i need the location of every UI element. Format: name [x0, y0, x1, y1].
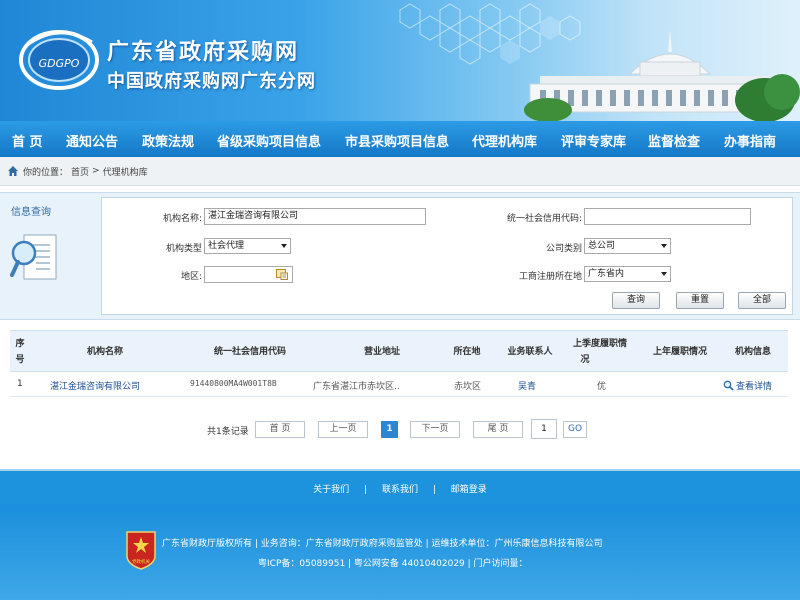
footer-links: 关于我们 | 联系我们 | 邮箱登录	[0, 482, 800, 495]
footer-separator: |	[432, 485, 436, 495]
query-button[interactable]: 查询	[612, 292, 660, 309]
org-type-label: 机构类型	[165, 244, 202, 254]
party-government-emblem-icon[interactable]: 党政机关	[125, 530, 157, 570]
gdgpo-logo: GDGPO	[19, 30, 99, 90]
query-form: 机构名称: 湛江金瑞咨询有限公司 统一社会信用代码: 机构类型 社会代理 公司类…	[101, 197, 793, 315]
reg-place-label: 工商注册所在地	[518, 272, 582, 282]
header-last-year: 上年履职情况	[652, 347, 707, 357]
region-label: 地区:	[180, 272, 202, 282]
nav-item-policies[interactable]: 政策法规	[142, 131, 194, 150]
reg-place-value: 广东省内	[588, 269, 625, 279]
org-name-input[interactable]: 湛江金瑞咨询有限公司	[204, 208, 426, 225]
footer-link-about[interactable]: 关于我们	[313, 485, 349, 495]
footer-link-contact[interactable]: 联系我们	[382, 485, 418, 495]
pagination: 共1条记录 首 页 上一页 1 下一页 尾 页 1 GO	[0, 419, 800, 441]
pager-jump-input[interactable]: 1	[531, 419, 557, 439]
nav-item-city-projects[interactable]: 市县采购项目信息	[345, 131, 449, 150]
header-last-quarter-2: 况	[580, 355, 590, 365]
reg-place-select[interactable]: 广东省内	[584, 266, 671, 282]
site-title: 广东省政府采购网	[107, 40, 300, 65]
reset-button[interactable]: 重置	[676, 292, 724, 309]
pager-last-button[interactable]: 尾 页	[473, 421, 523, 438]
government-building-image	[524, 30, 800, 121]
row-org-name-link[interactable]: 湛江金瑞咨询有限公司	[50, 379, 140, 392]
credit-code-input[interactable]	[584, 208, 751, 225]
header-credit-code: 统一社会信用代码	[213, 347, 286, 357]
breadcrumb-home-link[interactable]: 首页	[71, 165, 89, 178]
org-type-select[interactable]: 社会代理	[204, 238, 291, 254]
pager-total: 共1条记录	[207, 427, 249, 437]
emblem-label: 党政机关	[132, 558, 150, 565]
breadcrumb: 你的位置： 首页 > 代理机构库	[0, 157, 800, 186]
chevron-down-icon	[281, 244, 287, 248]
logo-text: GDGPO	[39, 57, 80, 70]
row-address: 广东省湛江市赤坎区..	[313, 382, 400, 392]
company-type-value: 总公司	[588, 241, 616, 251]
query-panel-title: 信息查询	[11, 207, 51, 218]
header-org-info: 机构信息	[734, 347, 771, 357]
site-banner: GDGPO 广东省政府采购网 中国政府采购网广东分网	[0, 0, 800, 121]
nav-item-agency-library[interactable]: 代理机构库	[472, 131, 537, 150]
nav-item-expert-library[interactable]: 评审专家库	[561, 131, 626, 150]
document-search-icon	[10, 234, 57, 280]
table-row: 1 湛江金瑞咨询有限公司 91440800MA4W001T8B 广东省湛江市赤坎…	[10, 373, 788, 397]
row-credit-code: 91440800MA4W001T8B	[190, 379, 277, 388]
main-nav: 首 页 通知公告 政策法规 省级采购项目信息 市县采购项目信息 代理机构库 评审…	[0, 121, 800, 157]
org-type-value: 社会代理	[208, 241, 245, 251]
header-last-quarter-1: 上季度履职情	[572, 339, 627, 349]
home-icon	[8, 166, 18, 176]
footer-link-mail[interactable]: 邮箱登录	[451, 485, 487, 495]
credit-code-label: 统一社会信用代码:	[506, 214, 582, 224]
pager-prev-button[interactable]: 上一页	[318, 421, 368, 438]
region-picker-icon[interactable]	[276, 269, 288, 280]
footer-links-bar: 关于我们 | 联系我们 | 邮箱登录	[0, 469, 800, 504]
footer-copyright: 广东省财政厅版权所有 | 业务咨询：广东省财政厅政府采购监管处 | 运维技术单位…	[162, 539, 603, 549]
query-panel: 信息查询 机构名称: 湛江金瑞咨询有限公司 统一社会信用代码: 机构类型 社会代…	[0, 192, 800, 320]
row-index: 1	[17, 379, 23, 389]
pager-next-button[interactable]: 下一页	[410, 421, 460, 438]
header-address: 营业地址	[363, 347, 400, 357]
breadcrumb-current: 代理机构库	[102, 167, 148, 178]
header-index-2: 号	[15, 355, 25, 365]
chevron-down-icon	[661, 244, 667, 248]
table-header: 序 号 机构名称 统一社会信用代码 营业地址 所在地 业务联系人 上季度履职情 …	[10, 330, 788, 372]
header-location: 所在地	[453, 347, 481, 357]
org-name-label: 机构名称:	[162, 214, 202, 224]
nav-item-provincial-projects[interactable]: 省级采购项目信息	[217, 131, 321, 150]
company-type-select[interactable]: 总公司	[584, 238, 671, 254]
magnifier-icon	[723, 380, 734, 391]
header-org-name: 机构名称	[86, 347, 123, 357]
nav-item-home[interactable]: 首 页	[12, 131, 43, 150]
nav-item-notices[interactable]: 通知公告	[66, 131, 118, 150]
company-type-label: 公司类别	[545, 244, 582, 254]
breadcrumb-prefix: 你的位置：	[23, 167, 69, 178]
show-all-button[interactable]: 全部	[738, 292, 786, 309]
row-last-quarter: 优	[597, 382, 607, 392]
header-index-1: 序	[15, 339, 25, 349]
pager-first-button[interactable]: 首 页	[255, 421, 305, 438]
nav-item-supervision[interactable]: 监督检查	[648, 131, 700, 150]
row-location: 赤坎区	[454, 382, 482, 392]
row-contact: 吴青	[518, 382, 537, 392]
view-detail-label: 查看详情	[736, 382, 773, 392]
chevron-down-icon	[661, 272, 667, 276]
pager-current-page[interactable]: 1	[381, 421, 398, 438]
nav-item-guide[interactable]: 办事指南	[724, 131, 776, 150]
breadcrumb-separator: >	[92, 166, 100, 176]
footer-separator: |	[364, 485, 368, 495]
pager-go-button[interactable]: GO	[563, 421, 587, 438]
footer-icp: 粤ICP备：05089951 | 粤公网安备 44010402029 | 门户访…	[258, 559, 528, 569]
footer-info: 党政机关 广东省财政厅版权所有 | 业务咨询：广东省财政厅政府采购监管处 | 运…	[0, 504, 800, 600]
row-view-detail-link[interactable]: 查看详情	[723, 379, 772, 392]
query-side: 信息查询	[4, 199, 96, 311]
header-contact: 业务联系人	[507, 347, 553, 357]
site-subtitle: 中国政府采购网广东分网	[107, 71, 316, 92]
